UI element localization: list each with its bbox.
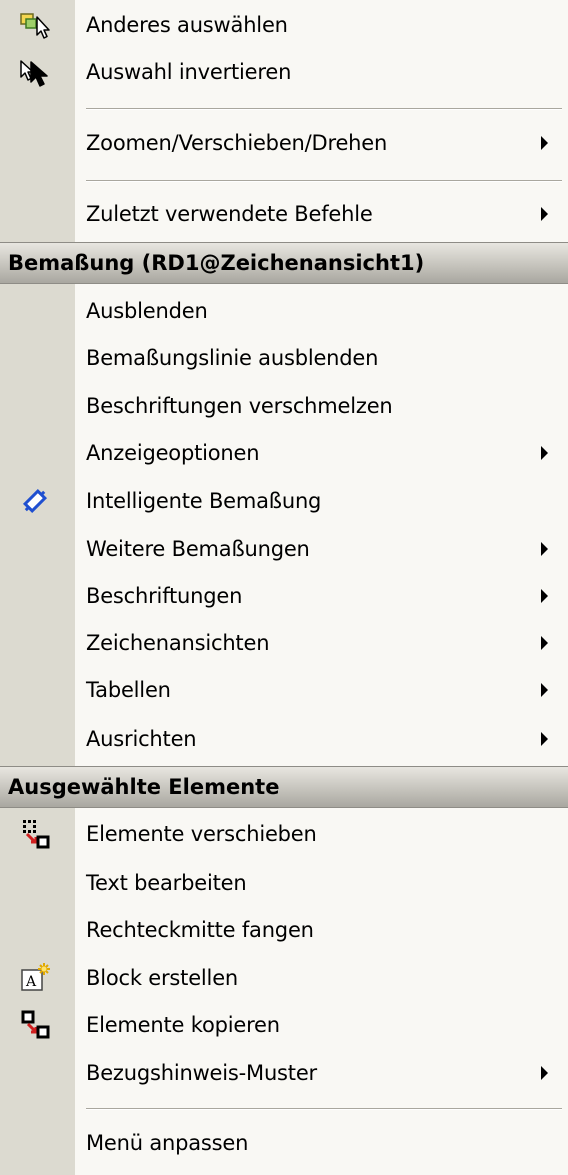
menu-item-align[interactable]: Ausrichten xyxy=(0,716,568,762)
menu-item-label: Ausblenden xyxy=(86,299,208,323)
menu-item-smart-dimension[interactable]: Intelligente Bemaßung xyxy=(0,478,568,524)
menu-item-make-block[interactable]: A Block erstellen xyxy=(0,955,568,1001)
menu-item-label: Zeichenansichten xyxy=(86,631,270,655)
submenu-arrow-icon xyxy=(541,732,548,746)
section-header-label: Ausgewählte Elemente xyxy=(8,775,280,799)
menu-item-label: Anzeigeoptionen xyxy=(86,441,260,465)
menu-separator xyxy=(86,180,562,182)
menu-item-label: Anderes auswählen xyxy=(86,13,288,37)
menu-item-invert-selection[interactable]: Auswahl invertieren xyxy=(0,49,568,95)
select-other-icon xyxy=(18,8,52,42)
menu-item-label: Ausrichten xyxy=(86,727,197,751)
menu-item-label: Zoomen/Verschieben/Drehen xyxy=(86,131,388,155)
menu-item-label: Elemente kopieren xyxy=(86,1013,280,1037)
menu-item-move-entities[interactable]: Elemente verschieben xyxy=(0,811,568,857)
svg-text:A: A xyxy=(25,974,37,990)
menu-item-label: Elemente verschieben xyxy=(86,822,317,846)
menu-item-display-options[interactable]: Anzeigeoptionen xyxy=(0,430,568,476)
section-header-label: Bemaßung (RD1@Zeichenansicht1) xyxy=(8,251,425,275)
menu-item-copy-entities[interactable]: Elemente kopieren xyxy=(0,1002,568,1048)
menu-item-label: Auswahl invertieren xyxy=(86,60,292,84)
menu-item-tables[interactable]: Tabellen xyxy=(0,667,568,713)
smart-dimension-icon xyxy=(18,484,52,518)
invert-selection-icon xyxy=(18,55,52,89)
submenu-arrow-icon xyxy=(541,636,548,650)
menu-item-hide[interactable]: Ausblenden xyxy=(0,288,568,334)
menu-item-label: Zuletzt verwendete Befehle xyxy=(86,202,373,226)
move-entities-icon xyxy=(18,817,52,851)
submenu-arrow-icon xyxy=(541,207,548,221)
copy-entities-icon xyxy=(18,1008,52,1042)
menu-item-customize-menu[interactable]: Menü anpassen xyxy=(0,1120,568,1166)
menu-item-label: Intelligente Bemaßung xyxy=(86,489,322,513)
make-block-icon: A xyxy=(18,961,52,995)
menu-item-label: Beschriftungen xyxy=(86,584,243,608)
menu-item-more-dimensions[interactable]: Weitere Bemaßungen xyxy=(0,526,568,572)
submenu-arrow-icon xyxy=(541,542,548,556)
menu-separator xyxy=(86,1108,562,1110)
menu-item-merge-annotations[interactable]: Beschriftungen verschmelzen xyxy=(0,383,568,429)
menu-item-label: Beschriftungen verschmelzen xyxy=(86,394,393,418)
menu-item-recent-commands[interactable]: Zuletzt verwendete Befehle xyxy=(0,191,568,237)
menu-item-label: Rechteckmitte fangen xyxy=(86,918,314,942)
menu-item-label: Text bearbeiten xyxy=(86,871,247,895)
menu-item-drawing-views[interactable]: Zeichenansichten xyxy=(0,620,568,666)
submenu-arrow-icon xyxy=(541,1066,548,1080)
context-menu: Anderes auswählen Auswahl invertieren Zo… xyxy=(0,0,568,1175)
menu-item-label: Block erstellen xyxy=(86,966,239,990)
section-header-dimension: Bemaßung (RD1@Zeichenansicht1) xyxy=(0,242,568,284)
menu-item-edit-text[interactable]: Text bearbeiten xyxy=(0,860,568,906)
menu-item-select-other[interactable]: Anderes auswählen xyxy=(0,2,568,48)
menu-item-label: Menü anpassen xyxy=(86,1131,249,1155)
menu-item-annotations[interactable]: Beschriftungen xyxy=(0,573,568,619)
section-header-selected-entities: Ausgewählte Elemente xyxy=(0,766,568,808)
menu-item-label: Bemaßungslinie ausblenden xyxy=(86,346,379,370)
menu-item-label: Tabellen xyxy=(86,678,171,702)
submenu-arrow-icon xyxy=(541,446,548,460)
menu-item-hide-dimension-line[interactable]: Bemaßungslinie ausblenden xyxy=(0,335,568,381)
menu-item-snap-rectangle-center[interactable]: Rechteckmitte fangen xyxy=(0,907,568,953)
menu-item-zoom-pan-rotate[interactable]: Zoomen/Verschieben/Drehen xyxy=(0,120,568,166)
menu-separator xyxy=(86,108,562,110)
submenu-arrow-icon xyxy=(541,683,548,697)
submenu-arrow-icon xyxy=(541,136,548,150)
menu-item-label: Bezugshinweis-Muster xyxy=(86,1061,317,1085)
menu-item-label: Weitere Bemaßungen xyxy=(86,537,310,561)
menu-item-balloon-pattern[interactable]: Bezugshinweis-Muster xyxy=(0,1050,568,1096)
submenu-arrow-icon xyxy=(541,589,548,603)
